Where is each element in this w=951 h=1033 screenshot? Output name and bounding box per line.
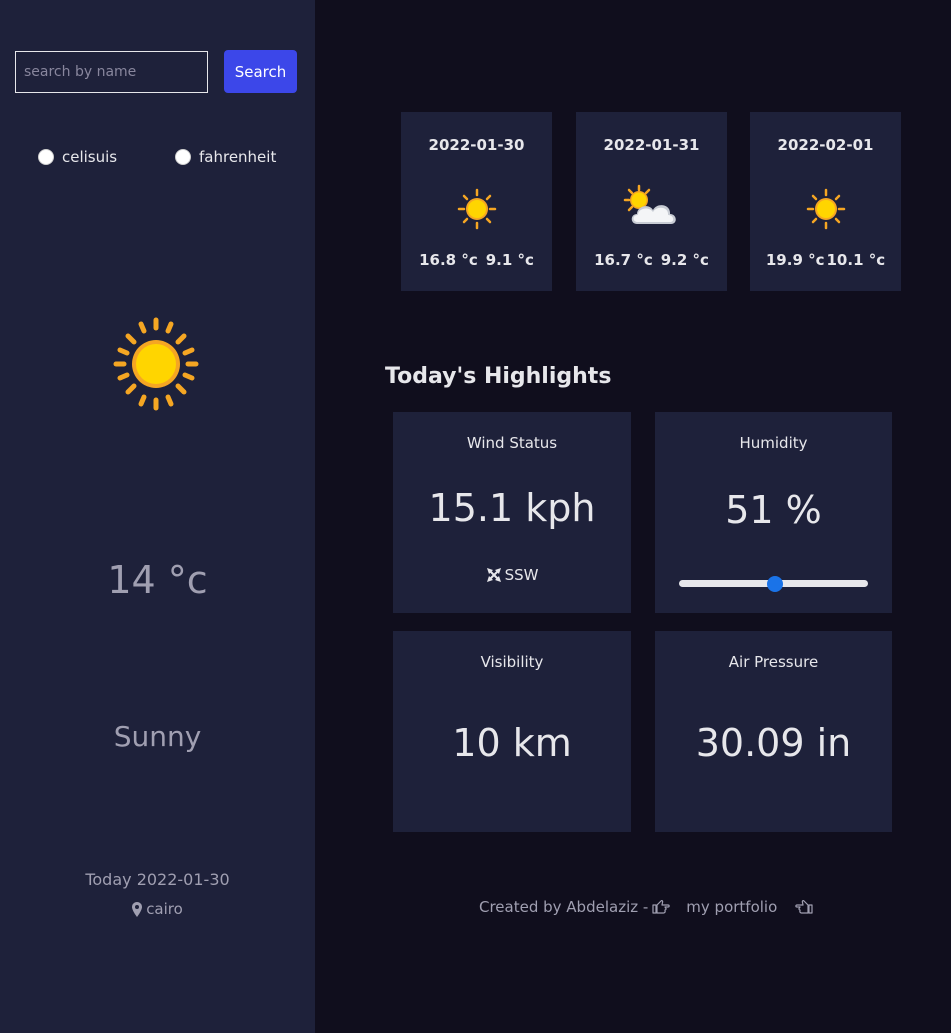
- visibility-card: Visibility 10 km: [393, 631, 631, 832]
- forecast-min: 10.1 °c: [826, 251, 886, 269]
- air-pressure-card: Air Pressure 30.09 in: [655, 631, 892, 832]
- forecast-date: 2022-01-31: [603, 136, 700, 154]
- forecast-max: 19.9 °c: [765, 251, 825, 269]
- wind-direction-text: SSW: [504, 566, 539, 584]
- fahrenheit-label: fahrenheit: [199, 148, 277, 166]
- partly-cloudy-icon: [623, 184, 676, 224]
- humidity-value: 51 %: [725, 488, 822, 532]
- visibility-label: Visibility: [480, 653, 544, 671]
- forecast-card: 2022-01-31 16.7 °c 9.2 °c: [576, 112, 727, 291]
- pointing-hand-left-icon[interactable]: [795, 900, 813, 914]
- map-pin-icon: [132, 901, 143, 917]
- footer: Created by Abdelaziz - my portfolio: [479, 898, 813, 916]
- highlights-title: Today's Highlights: [385, 364, 612, 389]
- humidity-card: Humidity 51 %: [655, 412, 892, 613]
- search-input[interactable]: [15, 51, 208, 93]
- forecast-max: 16.8 °c: [419, 251, 478, 269]
- forecast-min: 9.2 °c: [660, 251, 709, 269]
- air-pressure-label: Air Pressure: [728, 653, 819, 671]
- compass-arrows-icon: [486, 568, 501, 582]
- wind-status-card: Wind Status 15.1 kph SSW: [393, 412, 631, 613]
- portfolio-link[interactable]: my portfolio: [686, 898, 777, 916]
- wind-direction: SSW: [393, 566, 631, 584]
- radio-circle[interactable]: [38, 149, 54, 165]
- humidity-label: Humidity: [739, 434, 808, 452]
- visibility-value: 10 km: [452, 721, 572, 765]
- radio-circle[interactable]: [175, 149, 191, 165]
- humidity-slider[interactable]: [679, 576, 868, 592]
- search-button[interactable]: Search: [224, 50, 297, 93]
- forecast-temps: 16.7 °c 9.2 °c: [576, 251, 727, 269]
- location: cairo: [0, 900, 315, 918]
- forecast-min: 9.1 °c: [485, 251, 534, 269]
- celsius-label: celisuis: [62, 148, 118, 166]
- sun-icon: [457, 188, 496, 230]
- forecast-date: 2022-01-30: [428, 136, 525, 154]
- forecast-card: 2022-02-01 19.9 °c 10.1 °c: [750, 112, 901, 291]
- location-name: cairo: [146, 900, 183, 918]
- sidebar: Search celisuis fahrenheit: [0, 0, 315, 1033]
- air-pressure-value: 30.09 in: [695, 721, 852, 765]
- forecast-max: 16.7 °c: [594, 251, 653, 269]
- sun-icon: [806, 188, 845, 230]
- weather-condition: Sunny: [113, 720, 202, 753]
- forecast-temps: 19.9 °c 10.1 °c: [750, 251, 901, 269]
- pointing-hand-right-icon: [652, 900, 671, 914]
- wind-speed-value: 15.1 kph: [428, 486, 596, 530]
- forecast-card: 2022-01-30 16.8 °c 9.1 °c: [401, 112, 552, 291]
- forecast-temps: 16.8 °c 9.1 °c: [401, 251, 552, 269]
- slider-thumb[interactable]: [767, 576, 784, 592]
- wind-status-label: Wind Status: [466, 434, 558, 452]
- current-date: Today 2022-01-30: [85, 870, 230, 889]
- fahrenheit-radio[interactable]: fahrenheit: [175, 148, 276, 166]
- forecast-date: 2022-02-01: [777, 136, 874, 154]
- celsius-radio[interactable]: celisuis: [38, 148, 117, 166]
- current-temperature: 14 °c: [107, 558, 208, 602]
- sun-icon: [113, 317, 199, 411]
- footer-credit: Created by Abdelaziz -: [479, 898, 649, 916]
